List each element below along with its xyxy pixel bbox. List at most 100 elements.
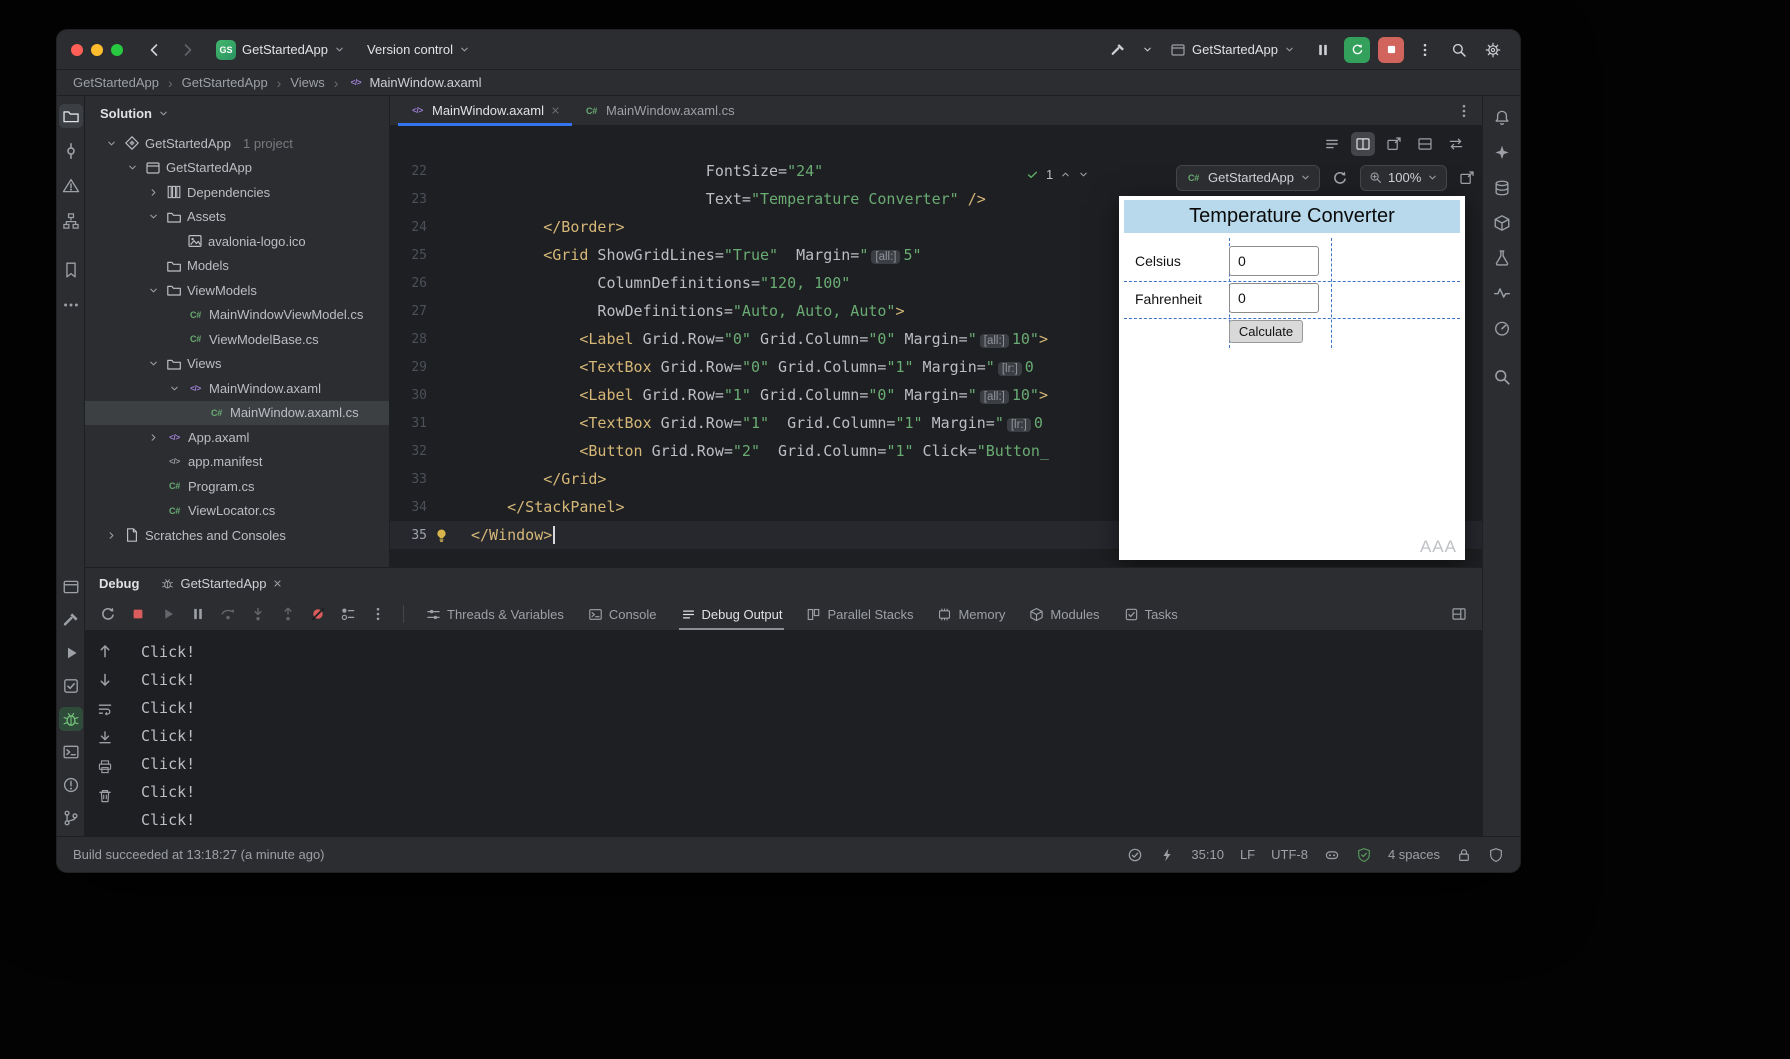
soft-wrap-button[interactable] — [94, 698, 116, 720]
debug-tab-memory[interactable]: Memory — [927, 598, 1015, 630]
resume-button[interactable] — [155, 601, 181, 627]
search-everywhere-button[interactable] — [1446, 37, 1472, 63]
split-preview-button[interactable] — [1351, 132, 1375, 156]
stop-button[interactable] — [125, 601, 151, 627]
tool-window-errors-button[interactable] — [59, 174, 83, 198]
tool-window-project-button[interactable] — [58, 104, 83, 128]
tree-item[interactable]: Models — [85, 254, 389, 279]
caret-position[interactable]: 35:10 — [1191, 847, 1224, 862]
console-output[interactable]: Click! Click! Click! Click! Click! Click! Clic… — [125, 630, 1482, 836]
editor-tab[interactable]: C# MainWindow.axaml.cs — [572, 96, 746, 125]
lock-widget[interactable] — [1456, 847, 1472, 863]
indent-style[interactable]: 4 spaces — [1388, 847, 1440, 862]
project-widget[interactable]: GS GetStartedApp — [209, 36, 352, 64]
attach-debugger-widget[interactable] — [1159, 847, 1175, 863]
inspections-widget[interactable]: 1 — [1026, 167, 1089, 182]
tool-window-vcs-button[interactable] — [59, 806, 83, 830]
solution-header[interactable]: Solution — [85, 96, 389, 131]
close-tab-button[interactable] — [550, 105, 561, 116]
forward-button[interactable] — [175, 37, 201, 63]
tree-item[interactable]: Scratches and Consoles — [85, 523, 389, 548]
split-bottom-button[interactable] — [1413, 132, 1437, 156]
tool-window-profiler-button[interactable] — [1490, 316, 1514, 340]
debug-tab-tasks[interactable]: Tasks — [1114, 598, 1188, 630]
check-circle-widget[interactable] — [1127, 847, 1143, 863]
tree-item[interactable]: C# ViewModelBase.cs — [85, 327, 389, 352]
tree-item[interactable]: C# Program.cs — [85, 474, 389, 499]
file-encoding[interactable]: UTF-8 — [1271, 847, 1308, 862]
tree-item[interactable]: </> App.axaml — [85, 425, 389, 450]
pause-button[interactable] — [185, 601, 211, 627]
pause-button[interactable] — [1310, 37, 1336, 63]
previewer-popout-button[interactable] — [1455, 166, 1479, 190]
nav-up-button[interactable] — [94, 640, 116, 662]
editor-tab[interactable]: </> MainWindow.axaml — [398, 96, 572, 126]
scroll-end-button[interactable] — [94, 727, 116, 749]
tool-window-todo-button[interactable] — [59, 674, 83, 698]
tool-window-unit-tests-button[interactable] — [1490, 246, 1514, 270]
tool-window-structure-button[interactable] — [59, 209, 83, 233]
close-window-button[interactable] — [71, 43, 83, 56]
more-actions-button[interactable] — [365, 601, 391, 627]
tool-window-debug-button[interactable] — [58, 707, 83, 731]
debug-session-tab[interactable]: GetStartedApp — [161, 576, 283, 591]
tree-item[interactable]: </> MainWindow.axaml — [85, 376, 389, 401]
open-in-window-button[interactable] — [1382, 132, 1406, 156]
copilot-widget[interactable] — [1324, 847, 1340, 863]
print-button[interactable] — [94, 756, 116, 778]
sync-view-button[interactable] — [1444, 132, 1468, 156]
tree-item[interactable]: GetStartedApp 1 project — [85, 131, 389, 156]
previewer-zoom-selector[interactable]: 100% — [1360, 164, 1448, 191]
view-breakpoints-button[interactable] — [335, 601, 361, 627]
calculate-button[interactable]: Calculate — [1229, 320, 1303, 343]
shield-widget[interactable] — [1488, 847, 1504, 863]
back-button[interactable] — [141, 37, 167, 63]
tool-window-code-analysis-button[interactable] — [1490, 281, 1514, 305]
minimize-window-button[interactable] — [91, 43, 103, 56]
tree-item[interactable]: avalonia-logo.ico — [85, 229, 389, 254]
settings-button[interactable] — [1480, 37, 1506, 63]
tree-item[interactable]: Assets — [85, 205, 389, 230]
run-config-widget[interactable]: GetStartedApp — [1163, 38, 1302, 62]
tree-item[interactable]: Views — [85, 352, 389, 377]
step-into-button[interactable] — [245, 601, 271, 627]
build-menu-button[interactable] — [1139, 37, 1155, 63]
stop-button[interactable] — [1378, 36, 1404, 63]
tool-window-run-button[interactable] — [59, 641, 83, 665]
breadcrumb-item[interactable]: </> MainWindow.axaml — [347, 75, 482, 91]
layout-settings-button[interactable] — [1446, 601, 1472, 627]
debug-tab-modules[interactable]: Modules — [1019, 598, 1109, 630]
tree-item[interactable]: C# ViewLocator.cs — [85, 499, 389, 524]
mute-breakpoints-button[interactable] — [305, 601, 331, 627]
clear-button[interactable] — [94, 785, 116, 807]
debug-tab-console[interactable]: Console — [578, 598, 667, 630]
fahrenheit-input[interactable]: 0 — [1229, 283, 1319, 313]
tree-item[interactable]: C# MainWindow.axaml.cs — [85, 400, 389, 425]
breadcrumb-item[interactable]: Views — [290, 75, 324, 90]
celsius-input[interactable]: 0 — [1229, 246, 1319, 276]
close-session-icon[interactable] — [272, 578, 283, 589]
tool-window-commit-button[interactable] — [59, 139, 83, 163]
step-over-button[interactable] — [215, 601, 241, 627]
status-message[interactable]: Build succeeded at 13:18:27 (a minute ag… — [73, 847, 325, 862]
next-problem-button[interactable] — [1078, 169, 1089, 180]
nav-down-button[interactable] — [94, 669, 116, 691]
tool-window-nuget-button[interactable] — [1490, 211, 1514, 235]
tree-item[interactable]: ViewModels — [85, 278, 389, 303]
previewer-config-selector[interactable]: C# GetStartedApp — [1176, 164, 1320, 191]
restart-button[interactable] — [1344, 36, 1370, 63]
tree-item[interactable]: GetStartedApp — [85, 156, 389, 181]
zoom-window-button[interactable] — [111, 43, 123, 56]
version-control-widget[interactable]: Version control — [360, 38, 477, 61]
shield-green-widget[interactable] — [1356, 847, 1372, 863]
debug-tab-threads-variables[interactable]: Threads & Variables — [416, 598, 574, 630]
structure-view-button[interactable] — [1320, 132, 1344, 156]
tool-window-database-button[interactable] — [1490, 176, 1514, 200]
debug-tab-parallel-stacks[interactable]: Parallel Stacks — [796, 598, 923, 630]
tool-window-more-button[interactable] — [59, 293, 83, 317]
line-separator[interactable]: LF — [1240, 847, 1255, 862]
step-out-button[interactable] — [275, 601, 301, 627]
tool-window-bookmarks-button[interactable] — [59, 258, 83, 282]
tool-window-notifications-button[interactable] — [1490, 106, 1514, 130]
rerun-button[interactable] — [95, 601, 121, 627]
